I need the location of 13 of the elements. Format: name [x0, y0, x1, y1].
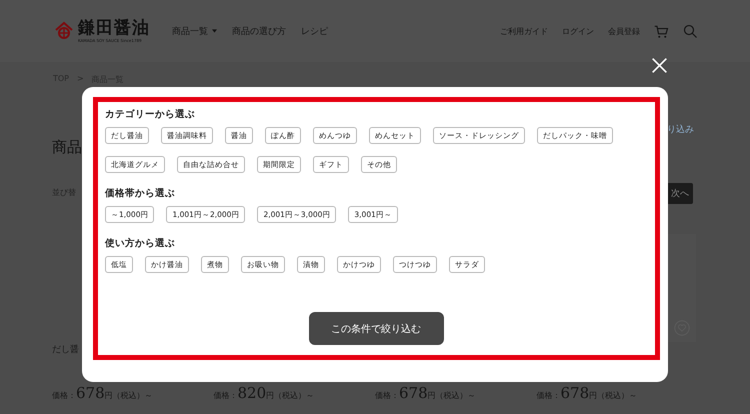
section-title: カテゴリーから選ぶ	[105, 108, 196, 121]
close-icon[interactable]	[651, 57, 668, 74]
breadcrumb-separator: >	[77, 74, 84, 85]
page-heading: 商品	[52, 138, 82, 157]
search-icon[interactable]	[683, 24, 698, 38]
filter-link[interactable]: り込み	[667, 123, 694, 136]
logo-title: 鎌田醤油	[78, 19, 150, 38]
apply-filter-button[interactable]: この条件で絞り込む	[308, 312, 444, 345]
logo-mark-icon	[54, 21, 74, 41]
section-title: 価格帯から選ぶ	[105, 187, 176, 200]
section-title: 使い方から選ぶ	[105, 237, 176, 250]
cart-icon[interactable]	[654, 24, 669, 38]
next-button[interactable]: 次へ	[667, 183, 693, 204]
